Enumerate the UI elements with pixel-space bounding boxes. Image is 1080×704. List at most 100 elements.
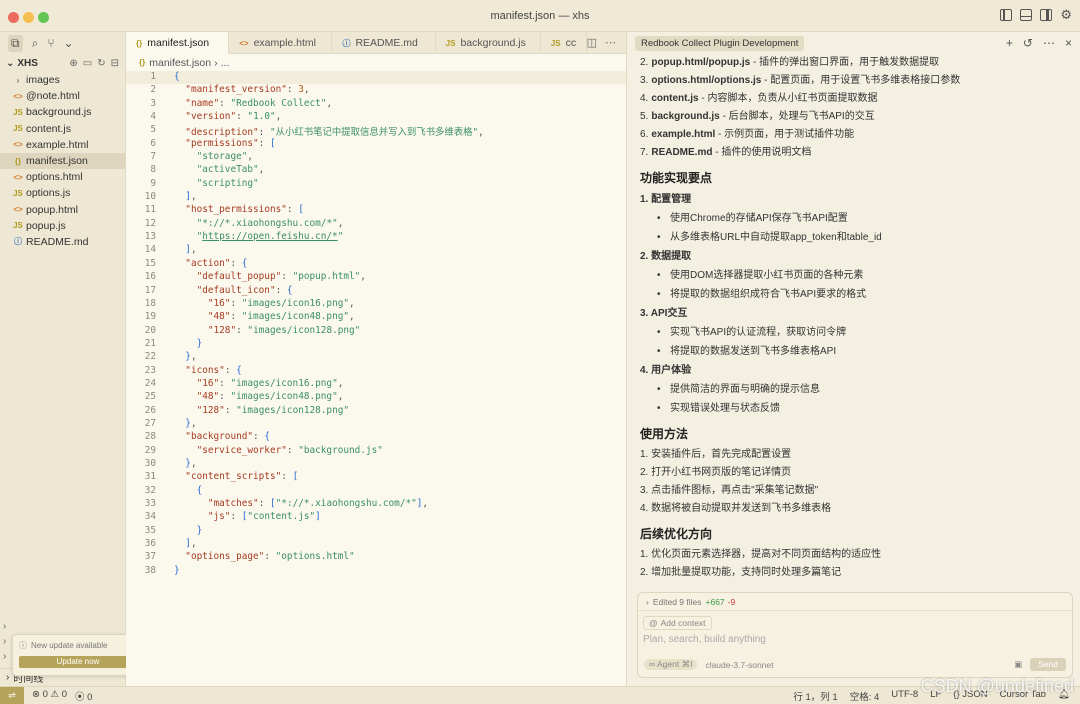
update-now-button[interactable]: Update now: [19, 656, 137, 668]
feature-title: 4. 用户体验: [640, 365, 692, 376]
code-line[interactable]: 24 "16": "images/icon16.png",: [126, 378, 626, 391]
code-line[interactable]: 36 ],: [126, 538, 626, 551]
code-line[interactable]: 32 {: [126, 485, 626, 498]
add-context-button[interactable]: @ Add context: [643, 616, 712, 630]
file-tree-item-options-js[interactable]: JS options.js: [0, 185, 125, 201]
code-line[interactable]: 23 "icons": {: [126, 365, 626, 378]
chevron-right-icon[interactable]: ›: [3, 651, 6, 662]
agent-mode-selector[interactable]: ∞ Agent ⌘I: [644, 659, 698, 670]
image-attach-icon[interactable]: ▣: [1014, 659, 1022, 670]
file-tree-item-popup-js[interactable]: JS popup.js: [0, 218, 125, 234]
code-line[interactable]: 3 "name": "Redbook Collect",: [126, 98, 626, 111]
code-line[interactable]: 19 "48": "images/icon48.png",: [126, 311, 626, 324]
code-line[interactable]: 25 "48": "images/icon48.png",: [126, 391, 626, 404]
tab-example-html[interactable]: <> example.html: [229, 32, 333, 54]
line-number: 34: [144, 511, 156, 523]
tab-background-js[interactable]: JS background.js: [436, 32, 541, 54]
settings-gear-icon[interactable]: ⚙: [1060, 8, 1072, 21]
new-chat-icon[interactable]: +: [1006, 36, 1013, 50]
new-folder-icon[interactable]: ▭: [83, 58, 92, 69]
code-line[interactable]: 13 "https://open.feishu.cn/*": [126, 231, 626, 244]
code-line[interactable]: 2 "manifest_version": 3,: [126, 84, 626, 97]
broadcast-icon: ⦿: [75, 691, 85, 703]
code-line[interactable]: 33 "matches": ["*://*.xiaohongshu.com/*"…: [126, 498, 626, 511]
tab-manifest-json[interactable]: {} manifest.json: [126, 32, 230, 54]
code-line[interactable]: 16 "default_popup": "popup.html",: [126, 271, 626, 284]
file-tree-item-manifest-json[interactable]: {} manifest.json: [0, 152, 125, 170]
encoding[interactable]: UTF-8: [891, 689, 918, 703]
code-line[interactable]: 34 "js": ["content.js"]: [126, 511, 626, 524]
model-selector[interactable]: claude-3.7-sonnet: [705, 660, 773, 670]
code-line[interactable]: 38}: [126, 565, 626, 578]
source-control-icon[interactable]: ⑂: [47, 36, 54, 50]
ports-indicator[interactable]: ⦿ 0: [75, 689, 92, 703]
code-line[interactable]: 11 "host_permissions": [: [126, 204, 626, 217]
code-text: "description": "从小红书笔记中提取信息并写入到飞书多维表格",: [185, 127, 484, 139]
send-button[interactable]: Send: [1030, 658, 1066, 671]
tab-readme-md[interactable]: ⓘ README.md: [332, 32, 436, 54]
search-icon[interactable]: ⌕: [32, 36, 39, 51]
code-line[interactable]: 6 "permissions": [: [126, 138, 626, 151]
collapse-all-icon[interactable]: ⊟: [111, 58, 119, 69]
file-tree-item-content-js[interactable]: JS content.js: [0, 121, 125, 137]
explorer-files-icon[interactable]: ⧉: [8, 34, 23, 52]
file-tree-item-note-html[interactable]: <> @note.html: [0, 88, 125, 104]
indentation[interactable]: 空格: 4: [850, 689, 880, 703]
code-line[interactable]: 4 "version": "1.0",: [126, 111, 626, 124]
problems-indicator[interactable]: ⊗ 0 ⚠ 0: [32, 689, 67, 703]
code-line[interactable]: 10 ],: [126, 191, 626, 204]
code-text: },: [185, 351, 197, 363]
code-line[interactable]: 28 "background": {: [126, 431, 626, 444]
code-line[interactable]: 20 "128": "images/icon128.png": [126, 325, 626, 338]
close-icon[interactable]: ×: [1065, 36, 1072, 50]
code-line[interactable]: 7 "storage",: [126, 151, 626, 164]
code-line[interactable]: 31 "content_scripts": [: [126, 471, 626, 484]
code-line[interactable]: 37 "options_page": "options.html": [126, 551, 626, 564]
toggle-secondary-sidebar-icon[interactable]: [1040, 9, 1053, 21]
new-file-icon[interactable]: ⊕: [69, 58, 77, 69]
code-line[interactable]: 14 ],: [126, 244, 626, 257]
chevron-right-icon[interactable]: ›: [3, 621, 6, 632]
breadcrumb-symbol[interactable]: ...: [221, 57, 230, 69]
file-tree-item-images[interactable]: › images: [0, 72, 125, 88]
bullet-text: 从多维表格URL中自动提取app_token和table_id: [670, 232, 882, 243]
code-line[interactable]: 22 },: [126, 351, 626, 364]
more-actions-icon[interactable]: ⋯: [1043, 36, 1055, 50]
split-editor-icon[interactable]: ◫: [587, 36, 597, 49]
refresh-icon[interactable]: ↻: [97, 58, 105, 69]
code-line[interactable]: 12 "*://*.xiaohongshu.com/*",: [126, 218, 626, 231]
code-editor[interactable]: 1{2 "manifest_version": 3, 3 "name": "Red…: [126, 71, 626, 578]
code-line[interactable]: 35 }: [126, 525, 626, 538]
toggle-panel-icon[interactable]: [1020, 9, 1033, 21]
explorer-root-header[interactable]: ⌄ XHS ⊕ ▭ ↻ ⊟: [0, 54, 125, 72]
code-line[interactable]: 15 "action": {: [126, 258, 626, 271]
file-tree-item-readme-md[interactable]: ⓘ README.md: [0, 234, 125, 250]
code-line[interactable]: 1{: [126, 71, 626, 85]
code-line[interactable]: 18 "16": "images/icon16.png",: [126, 298, 626, 311]
chevron-down-icon[interactable]: ⌄: [64, 36, 74, 50]
more-actions-icon[interactable]: ⋯: [605, 36, 616, 49]
edited-files-summary[interactable]: › Edited 9 files +667 -9: [638, 593, 1072, 611]
code-line[interactable]: 17 "default_icon": {: [126, 285, 626, 298]
code-line[interactable]: 29 "service_worker": "background.js": [126, 445, 626, 458]
history-icon[interactable]: ↺: [1023, 36, 1033, 50]
breadcrumb-file[interactable]: manifest.json: [149, 57, 211, 69]
toggle-sidebar-icon[interactable]: [1000, 9, 1013, 21]
file-tree-item-background-js[interactable]: JS background.js: [0, 104, 125, 120]
code-line[interactable]: 5 "description": "从小红书笔记中提取信息并写入到飞书多维表格"…: [126, 124, 626, 139]
cursor-position[interactable]: 行 1，列 1: [793, 689, 837, 703]
chat-input[interactable]: [643, 634, 1063, 645]
code-line[interactable]: 26 "128": "images/icon128.png": [126, 405, 626, 418]
code-line[interactable]: 9 "scripting": [126, 178, 626, 191]
code-line[interactable]: 8 "activeTab",: [126, 164, 626, 177]
code-line[interactable]: 30 },: [126, 458, 626, 471]
remote-icon[interactable]: ⇌: [0, 686, 24, 704]
chevron-right-icon[interactable]: ›: [3, 636, 6, 647]
chat-tab-title[interactable]: Redbook Collect Plugin Development: [635, 35, 805, 51]
file-tree-item-options-html[interactable]: <> options.html: [0, 169, 125, 185]
code-line[interactable]: 27 },: [126, 418, 626, 431]
tab-truncated[interactable]: JS cc: [541, 32, 587, 54]
file-tree-item-popup-html[interactable]: <> popup.html: [0, 202, 125, 218]
code-line[interactable]: 21 }: [126, 338, 626, 351]
file-tree-item-example-html[interactable]: <> example.html: [0, 137, 125, 153]
